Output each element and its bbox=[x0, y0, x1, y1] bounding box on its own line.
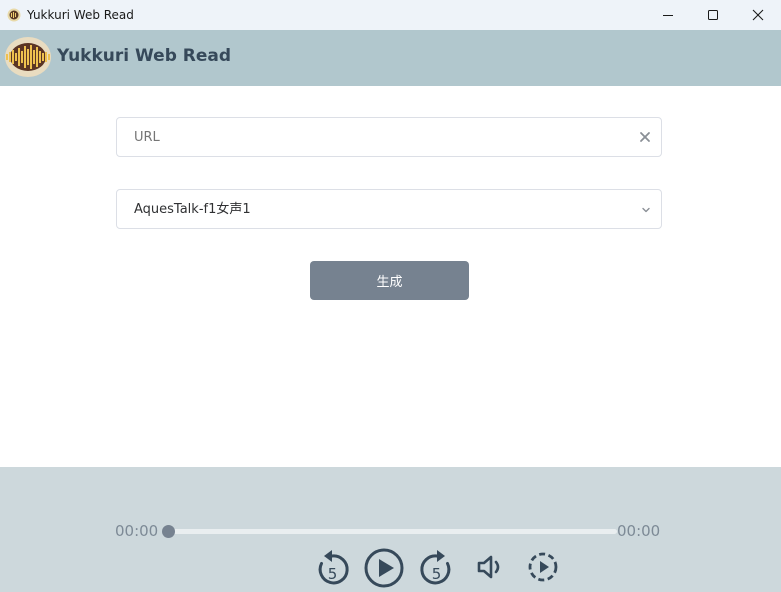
maximize-icon bbox=[708, 10, 718, 20]
title-bar: Yukkuri Web Read bbox=[0, 0, 781, 30]
rewind-5-label: 5 bbox=[328, 565, 338, 583]
volume-icon bbox=[477, 555, 500, 579]
url-field[interactable] bbox=[116, 117, 662, 157]
playback-speed-button[interactable] bbox=[525, 547, 561, 587]
minimize-icon bbox=[663, 15, 673, 16]
app-title: Yukkuri Web Read bbox=[57, 46, 232, 66]
forward-5-label: 5 bbox=[432, 565, 442, 583]
url-input[interactable] bbox=[134, 129, 614, 146]
sound-wave-logo-icon bbox=[5, 37, 51, 77]
play-icon bbox=[364, 548, 404, 588]
audio-player: 00:00 00:00 5 5 bbox=[0, 467, 781, 592]
voice-select-value: AquesTalk-f1女声1 bbox=[134, 202, 251, 217]
forward-5-icon: 5 bbox=[420, 550, 451, 585]
app-window: Yukkuri Web Read Yukkuri Web Read URL Aq… bbox=[0, 0, 781, 592]
close-button[interactable] bbox=[735, 0, 781, 30]
window-title: Yukkuri Web Read bbox=[27, 8, 134, 22]
clear-icon[interactable] bbox=[638, 130, 652, 144]
generate-button[interactable]: 生成 bbox=[310, 261, 469, 300]
play-button[interactable] bbox=[363, 547, 405, 589]
seek-bar[interactable] bbox=[167, 529, 617, 534]
current-time: 00:00 bbox=[115, 522, 159, 540]
rewind-5-icon: 5 bbox=[318, 550, 349, 585]
playback-speed-icon bbox=[528, 552, 558, 582]
volume-button[interactable] bbox=[474, 547, 508, 587]
total-time: 00:00 bbox=[617, 522, 661, 540]
voice-select[interactable]: AquesTalk-f1女声1 bbox=[116, 189, 662, 229]
minimize-button[interactable] bbox=[645, 0, 691, 30]
forward-5-button[interactable]: 5 bbox=[417, 547, 457, 589]
app-icon bbox=[7, 8, 21, 22]
seek-handle[interactable] bbox=[162, 525, 175, 538]
maximize-button[interactable] bbox=[690, 0, 736, 30]
app-header: Yukkuri Web Read bbox=[0, 30, 781, 86]
chevron-down-icon bbox=[642, 207, 650, 213]
rewind-5-button[interactable]: 5 bbox=[312, 547, 352, 589]
close-icon bbox=[752, 9, 764, 21]
